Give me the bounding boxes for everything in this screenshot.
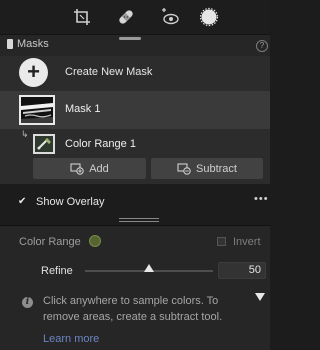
refine-value-input[interactable]: 50 [218,262,266,279]
component-name[interactable]: Color Range 1 [65,138,136,150]
refine-label: Refine [41,265,73,277]
crop-icon [74,9,90,25]
plus-icon: + [27,58,40,84]
healing-tool-button[interactable] [111,0,141,34]
crop-tool-button[interactable] [67,0,97,34]
info-text: Click anywhere to sample colors. To remo… [43,295,223,323]
panel-grip-icon [7,39,13,49]
color-swatch[interactable] [89,235,101,247]
show-overlay-checkbox[interactable]: ✔ [18,196,26,207]
masks-title: Masks [17,38,49,50]
add-button[interactable]: Add [33,158,146,179]
create-mask-button[interactable]: + [19,58,48,87]
info-icon: i [22,297,33,308]
show-overlay-label[interactable]: Show Overlay [36,196,104,208]
learn-more-link[interactable]: Learn more [43,333,99,345]
masking-icon [199,7,219,27]
healing-icon [119,10,133,24]
more-options-icon[interactable]: ••• [254,193,269,205]
invert-label[interactable]: Invert [233,236,261,248]
subitem-hook-icon: ↳ [21,129,29,139]
color-range-title: Color Range [19,236,81,248]
drag-handle[interactable] [119,37,141,40]
help-icon[interactable]: ? [256,40,268,52]
red-eye-tool-button[interactable] [155,0,185,34]
add-mask-icon [70,162,84,175]
collapse-triangle-icon[interactable] [255,293,265,301]
red-eye-icon [162,8,179,25]
subtract-button-label: Subtract [196,162,237,175]
mask-name[interactable]: Mask 1 [65,103,100,115]
color-range-icon [35,136,53,152]
masks-panel-header[interactable]: Masks ? [0,34,270,56]
masking-tool-button[interactable] [194,0,224,34]
toolbar [0,0,270,34]
panel-resize-handle[interactable] [119,218,159,222]
subtract-mask-icon [177,162,191,175]
add-button-label: Add [89,162,109,175]
color-range-thumbnail[interactable] [33,134,55,154]
create-new-mask-label[interactable]: Create New Mask [65,66,152,78]
mask-preview-image [21,97,53,123]
mask-thumbnail[interactable] [19,95,55,125]
invert-checkbox[interactable] [217,237,226,246]
subtract-button[interactable]: Subtract [151,158,263,179]
refine-slider-thumb[interactable] [144,264,154,272]
